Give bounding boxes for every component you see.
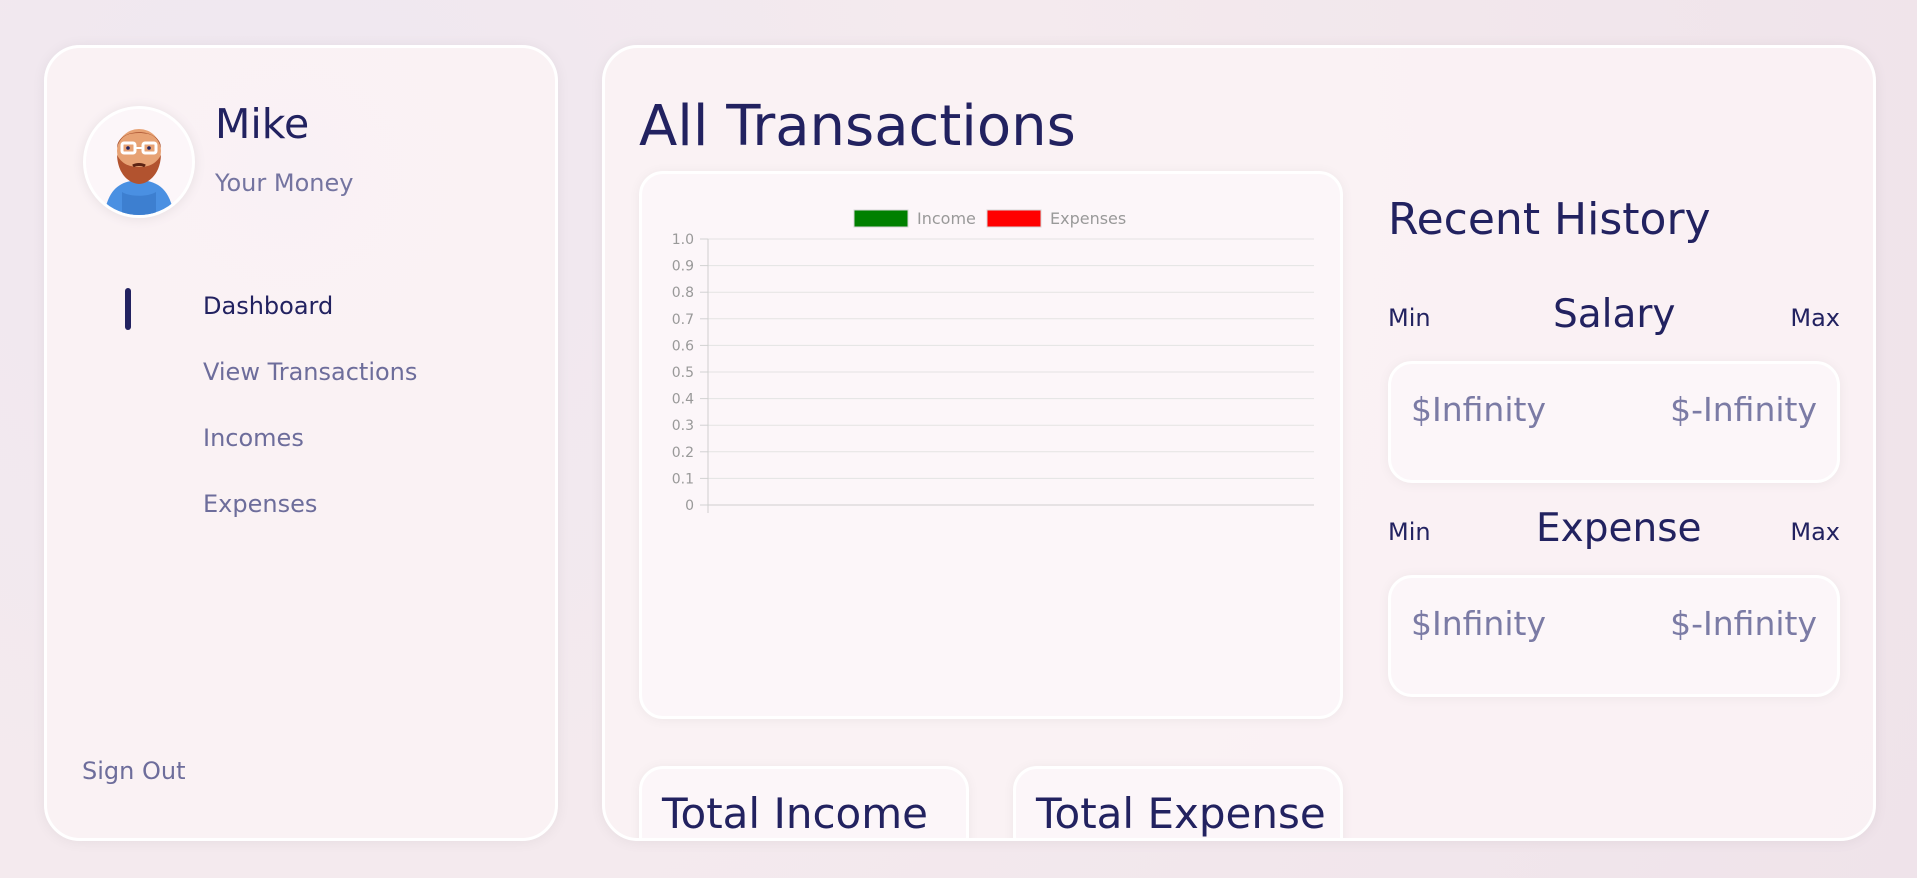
nav-expenses-wrapper[interactable]: Expenses (47, 476, 555, 526)
chart-legend: Income Expenses (853, 209, 1126, 228)
legend-swatch-expenses[interactable] (986, 209, 1042, 228)
sign-out-button[interactable]: Sign Out (82, 757, 186, 785)
y-tick-label: 0.8 (672, 285, 694, 301)
total-income-title: Total Income (662, 789, 928, 838)
expense-max-label: Max (1790, 518, 1840, 546)
sidebar: Mike Your Money Dashboard View Transacti… (44, 45, 558, 841)
user-avatar[interactable] (83, 106, 195, 218)
y-tick-label: 0.5 (672, 365, 694, 381)
expense-max-value: $-Infinity (1670, 604, 1817, 643)
y-tick-label: 0 (685, 498, 694, 514)
nav-view-transactions-wrapper[interactable]: View Transactions (47, 344, 555, 394)
y-tick-label: 0.9 (672, 259, 694, 275)
recent-history-title: Recent History (1388, 194, 1711, 245)
expense-history-card: $Infinity $-Infinity (1388, 575, 1840, 697)
user-name: Mike (215, 100, 310, 148)
sidebar-item-expenses[interactable]: Expenses (203, 490, 317, 518)
y-tick-label: 1.0 (672, 232, 694, 248)
sidebar-item-incomes[interactable]: Incomes (203, 424, 304, 452)
expense-min-label: Min (1388, 518, 1431, 546)
salary-max-value: $-Infinity (1670, 390, 1817, 429)
salary-max-label: Max (1790, 304, 1840, 332)
salary-title: Salary (1553, 292, 1676, 337)
total-expense-title: Total Expense (1036, 789, 1326, 838)
legend-swatch-income[interactable] (853, 209, 909, 228)
transactions-chart: Income Expenses 1.0 0.9 0.8 0.7 0.6 0.5 0.4 0.3… (672, 209, 1314, 514)
legend-label-income: Income (917, 209, 976, 228)
salary-row: Min Salary Max (1388, 292, 1840, 341)
page-title: All Transactions (639, 94, 1076, 159)
sidebar-item-dashboard[interactable]: Dashboard (203, 292, 333, 320)
y-tick-label: 0.6 (672, 338, 694, 354)
y-tick-label: 0.2 (672, 445, 694, 461)
transactions-chart-card: Income Expenses 1.0 0.9 0.8 0.7 0.6 0.5 0.4 0.3… (639, 171, 1343, 719)
y-tick-label: 0.7 (672, 312, 694, 328)
sidebar-item-view-transactions[interactable]: View Transactions (203, 358, 417, 386)
main-content: All Transactions Income Expenses 1.0 0.9 0… (602, 45, 1876, 841)
active-indicator (125, 288, 131, 330)
expense-title: Expense (1536, 506, 1702, 551)
y-tick-label: 0.4 (672, 392, 694, 408)
chart-y-ticks: 1.0 0.9 0.8 0.7 0.6 0.5 0.4 0.3 0.2 0.1 0 (672, 232, 694, 514)
y-tick-label: 0.3 (672, 418, 694, 434)
chart-grid (700, 238, 1314, 513)
salary-min-label: Min (1388, 304, 1431, 332)
user-subtitle: Your Money (215, 169, 354, 197)
expense-min-value: $Infinity (1411, 604, 1546, 643)
salary-history-card: $Infinity $-Infinity (1388, 361, 1840, 483)
salary-min-value: $Infinity (1411, 390, 1546, 429)
total-income-card: Total Income (639, 766, 969, 838)
nav-dashboard-wrapper[interactable]: Dashboard (47, 286, 555, 336)
nav-incomes-wrapper[interactable]: Incomes (47, 410, 555, 460)
legend-label-expenses: Expenses (1050, 209, 1126, 228)
y-tick-label: 0.1 (672, 471, 694, 487)
total-expense-card: Total Expense (1013, 766, 1343, 838)
app-root: Mike Your Money Dashboard View Transacti… (0, 0, 1917, 878)
expense-row: Min Expense Max (1388, 506, 1840, 555)
bearded-man-avatar-icon (86, 109, 192, 215)
